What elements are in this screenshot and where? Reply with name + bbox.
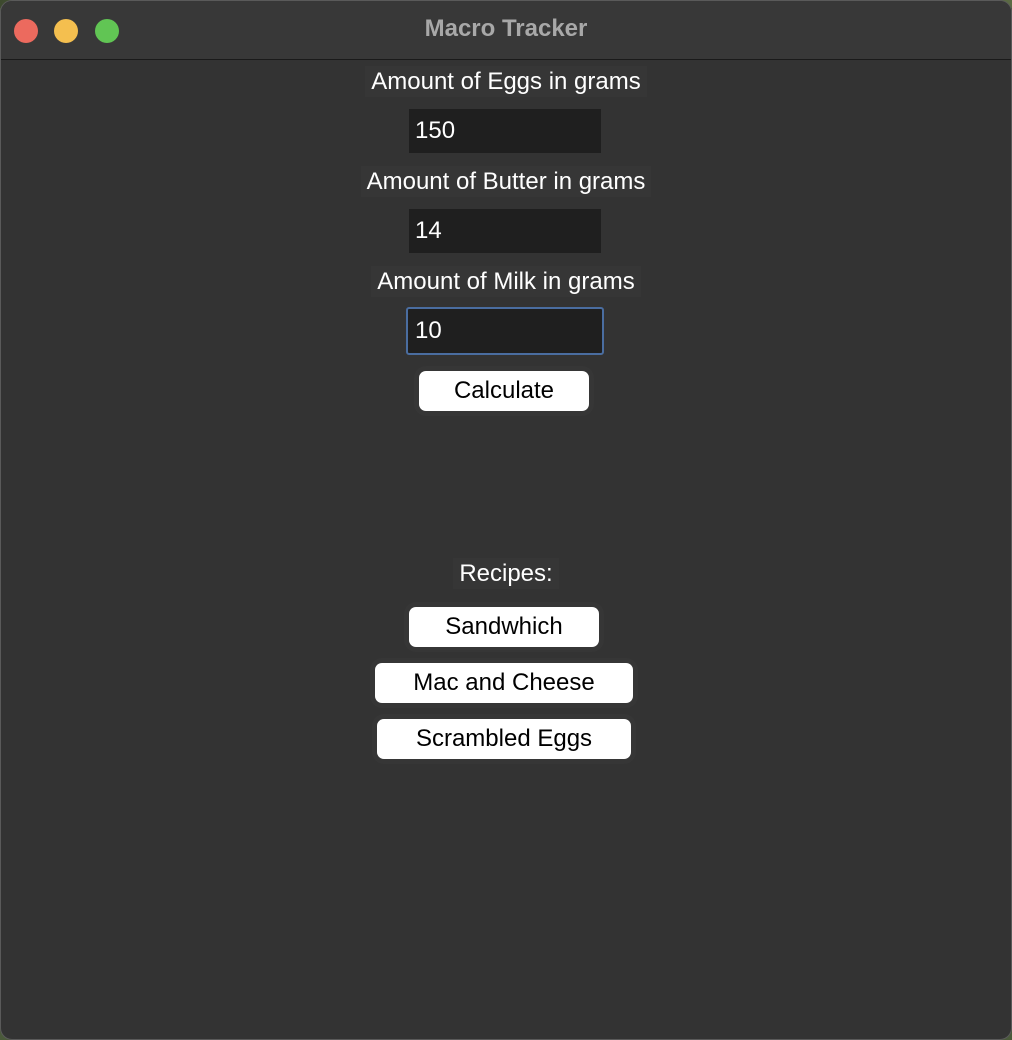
eggs-label-row: Amount of Eggs in grams	[1, 66, 1011, 97]
butter-input[interactable]	[409, 209, 601, 253]
calculate-button[interactable]: Calculate	[419, 371, 589, 411]
titlebar[interactable]: Macro Tracker	[1, 1, 1011, 60]
window-title: Macro Tracker	[424, 15, 588, 42]
recipe-mac-and-cheese-button[interactable]: Mac and Cheese	[375, 663, 633, 703]
recipe-scrambled-eggs-button[interactable]: Scrambled Eggs	[377, 719, 631, 759]
recipes-heading: Recipes:	[453, 558, 559, 589]
recipe-sandwich-button[interactable]: Sandwhich	[409, 607, 599, 647]
main-content: Amount of Eggs in grams Amount of Butter…	[1, 60, 1011, 1039]
eggs-input[interactable]	[409, 109, 601, 153]
butter-label-row: Amount of Butter in grams	[1, 166, 1011, 197]
milk-label-row: Amount of Milk in grams	[1, 266, 1011, 297]
eggs-label: Amount of Eggs in grams	[365, 66, 647, 97]
recipes-heading-row: Recipes:	[1, 558, 1011, 589]
butter-label: Amount of Butter in grams	[360, 166, 652, 197]
app-window: Macro Tracker Amount of Eggs in grams Am…	[0, 0, 1012, 1040]
milk-input[interactable]	[406, 307, 604, 355]
milk-label: Amount of Milk in grams	[371, 266, 641, 297]
